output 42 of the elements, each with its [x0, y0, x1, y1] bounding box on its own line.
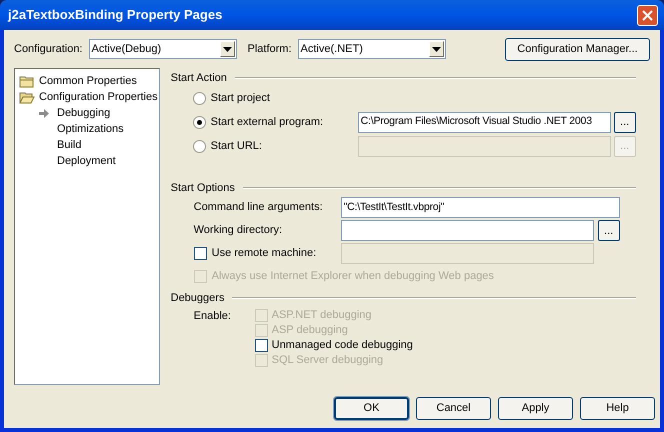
- configuration-dropdown[interactable]: Active(Debug): [88, 39, 236, 59]
- text-field[interactable]: "C:\TestIt\TestIt.vbproj": [340, 197, 620, 218]
- field-label: Command line arguments:: [194, 200, 324, 216]
- platform-dropdown[interactable]: Active(.NET): [298, 39, 446, 59]
- radio-label: Start external program:: [210, 114, 324, 130]
- platform-label: Platform:: [248, 42, 292, 57]
- text-field[interactable]: [340, 220, 594, 241]
- radio-label: Start URL:: [210, 138, 263, 154]
- close-button[interactable]: [637, 4, 658, 26]
- radio-button[interactable]: [192, 116, 206, 128]
- checkbox-label: ASP debugging: [272, 323, 348, 338]
- checkbox-label: ASP.NET debugging: [272, 308, 372, 324]
- checkbox-label: Unmanaged code debugging: [272, 338, 413, 354]
- browse-button[interactable]: ...: [598, 220, 620, 241]
- text-field[interactable]: C:\Program Files\Microsoft Visual Studio .NET 2003: [358, 112, 611, 132]
- field-label: Working directory:: [194, 223, 284, 238]
- dialog-button[interactable]: Cancel: [416, 397, 491, 420]
- enable-label: Enable:: [194, 309, 232, 322]
- configuration-manager-button[interactable]: Configuration Manager...: [505, 38, 650, 60]
- checkbox[interactable]: [254, 339, 268, 352]
- section-title: Start Action: [170, 70, 227, 86]
- close-icon: [642, 10, 653, 20]
- tree-item[interactable]: Common Properties: [38, 72, 138, 90]
- window-title: j2aTextboxBinding Property Pages: [8, 6, 222, 24]
- dialog-button[interactable]: Help: [580, 397, 655, 420]
- tree-item[interactable]: Debugging: [57, 104, 110, 122]
- checkbox[interactable]: [194, 247, 207, 260]
- section-title: Start Options: [170, 180, 235, 196]
- radio-label: Start project: [210, 90, 271, 106]
- radio-button[interactable]: [192, 92, 206, 104]
- configuration-label: Configuration:: [14, 42, 82, 57]
- checkbox-label: SQL Server debugging: [272, 353, 384, 368]
- tree-item[interactable]: Build: [57, 136, 82, 154]
- checkbox-label: Always use Internet Explorer when debugging Web pages: [212, 269, 494, 284]
- section-title: Debuggers: [170, 290, 224, 306]
- tree-item[interactable]: Optimizations: [57, 120, 124, 138]
- tree-item[interactable]: Deployment: [57, 152, 116, 170]
- browse-button[interactable]: ...: [614, 112, 636, 132]
- checkbox-label: Use remote machine:: [212, 246, 318, 262]
- tree-item[interactable]: Configuration Properties: [38, 88, 159, 106]
- dialog-button[interactable]: OK: [334, 397, 409, 420]
- dialog-button[interactable]: Apply: [498, 397, 573, 420]
